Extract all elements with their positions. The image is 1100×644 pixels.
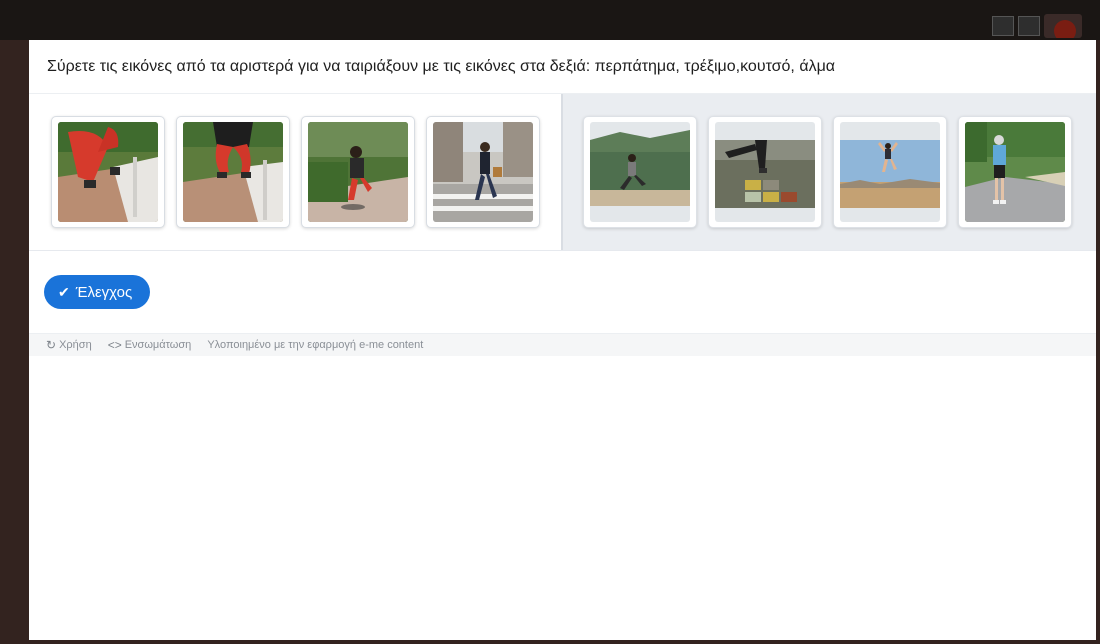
window-button[interactable] (992, 16, 1014, 36)
drop-target-card[interactable] (958, 116, 1072, 228)
draggable-images-panel (29, 94, 563, 250)
drop-target-card[interactable] (833, 116, 947, 228)
footer-bar: ↻ Χρήση <> Ενσωμάτωση Υλοποιημένο με την… (29, 333, 1096, 356)
check-button-label: Έλεγχος (75, 283, 133, 301)
usage-label: Χρήση (59, 339, 92, 351)
activity-dialog: Σύρετε τις εικόνες από τα αριστερά για ν… (29, 40, 1096, 640)
code-icon: <> (107, 338, 122, 352)
draggable-image-card[interactable] (301, 116, 415, 228)
drop-target-card[interactable] (583, 116, 697, 228)
photo-jumping-beach (840, 122, 940, 222)
photo-elderly-walking (965, 122, 1065, 222)
photo-walking-crosswalk (433, 122, 533, 222)
photo-hopping-garden (308, 122, 408, 222)
photo-legs-stairs (58, 122, 158, 222)
draggable-image-card[interactable] (426, 116, 540, 228)
embed-link[interactable]: <> Ενσωμάτωση (108, 338, 192, 352)
credit-text: Υλοποιημένο με την εφαρμογή e-me content (207, 339, 424, 351)
activity-header: Σύρετε τις εικόνες από τα αριστερά για ν… (29, 40, 1096, 94)
top-right-controls (992, 14, 1082, 38)
check-icon: ✔ (58, 283, 70, 300)
check-button[interactable]: ✔ Έλεγχος (44, 275, 151, 309)
usage-link[interactable]: ↻ Χρήση (46, 338, 92, 352)
embed-label: Ενσωμάτωση (124, 339, 192, 351)
photo-running-hills (590, 122, 690, 222)
refresh-icon: ↻ (46, 338, 57, 352)
drop-target-card[interactable] (708, 116, 822, 228)
window-button[interactable] (1018, 16, 1040, 36)
avatar[interactable] (1044, 14, 1082, 38)
actions-bar: ✔ Έλεγχος (29, 251, 1096, 333)
page-backdrop (0, 0, 1100, 40)
photo-jumping-step (183, 122, 283, 222)
draggable-image-card[interactable] (51, 116, 165, 228)
target-images-panel (563, 94, 1096, 250)
task-instruction: Σύρετε τις εικόνες από τα αριστερά για ν… (47, 57, 836, 75)
draggable-image-card[interactable] (176, 116, 290, 228)
drag-and-drop-area (29, 94, 1096, 251)
photo-hopscotch (715, 122, 815, 222)
